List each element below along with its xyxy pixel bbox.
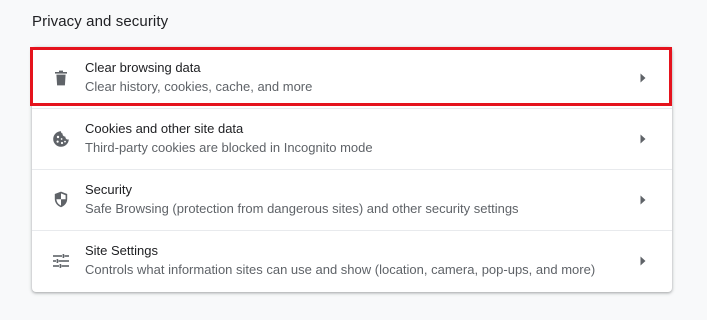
- chevron-right-icon: [638, 256, 648, 266]
- privacy-security-card: Clear browsing data Clear history, cooki…: [32, 47, 672, 292]
- clear-browsing-data-row[interactable]: Clear browsing data Clear history, cooki…: [32, 47, 672, 108]
- cookies-site-data-row[interactable]: Cookies and other site data Third-party …: [32, 108, 672, 169]
- clear-browsing-data-label: Clear browsing data: [85, 60, 201, 75]
- chevron-right-icon: [638, 195, 648, 205]
- security-row[interactable]: Security Safe Browsing (protection from …: [32, 169, 672, 230]
- site-settings-description: Controls what information sites can use …: [85, 262, 596, 277]
- site-settings-label: Site Settings: [85, 243, 158, 258]
- cookies-site-data-label: Cookies and other site data: [85, 121, 244, 136]
- shield-icon: [51, 190, 71, 210]
- chevron-right-icon: [638, 134, 648, 144]
- site-settings-row[interactable]: Site Settings Controls what information …: [32, 230, 672, 291]
- cookie-icon: [51, 129, 71, 149]
- security-label: Security: [85, 182, 132, 197]
- chevron-right-icon: [638, 73, 648, 83]
- cookies-site-data-description: Third-party cookies are blocked in Incog…: [85, 140, 373, 155]
- tune-icon: [51, 251, 71, 271]
- clear-browsing-data-description: Clear history, cookies, cache, and more: [85, 79, 313, 94]
- section-title: Privacy and security: [32, 13, 169, 30]
- security-description: Safe Browsing (protection from dangerous…: [85, 201, 519, 216]
- trash-icon: [51, 68, 71, 88]
